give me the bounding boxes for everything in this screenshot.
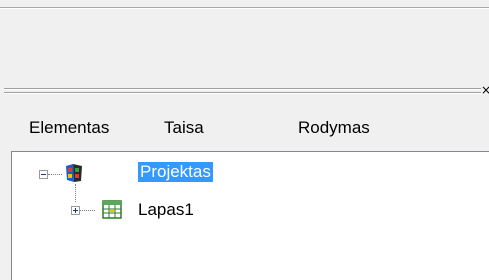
expand-icon[interactable] [71, 206, 80, 215]
panel-close-button[interactable]: × [481, 82, 489, 98]
project-tree[interactable]: Projektas Lapas1 [11, 151, 489, 280]
menu-item-taisa[interactable]: Taisa [164, 118, 204, 138]
grip-line [4, 93, 481, 94]
grip-line [4, 89, 481, 90]
tree-connector [48, 174, 62, 175]
tree-node-label[interactable]: Lapas1 [138, 200, 194, 220]
tree-node-label[interactable]: Projektas [138, 162, 213, 182]
collapse-icon[interactable] [39, 170, 48, 179]
top-border-highlight [0, 8, 489, 9]
sheet-icon [102, 200, 122, 219]
menu-item-elementas[interactable]: Elementas [29, 118, 109, 138]
menu-item-rodymas[interactable]: Rodymas [298, 118, 370, 138]
menu-bar: Elementas Taisa Rodymas [0, 118, 489, 144]
project-icon [66, 164, 82, 182]
tree-connector [75, 184, 76, 202]
tree-connector [80, 210, 95, 211]
